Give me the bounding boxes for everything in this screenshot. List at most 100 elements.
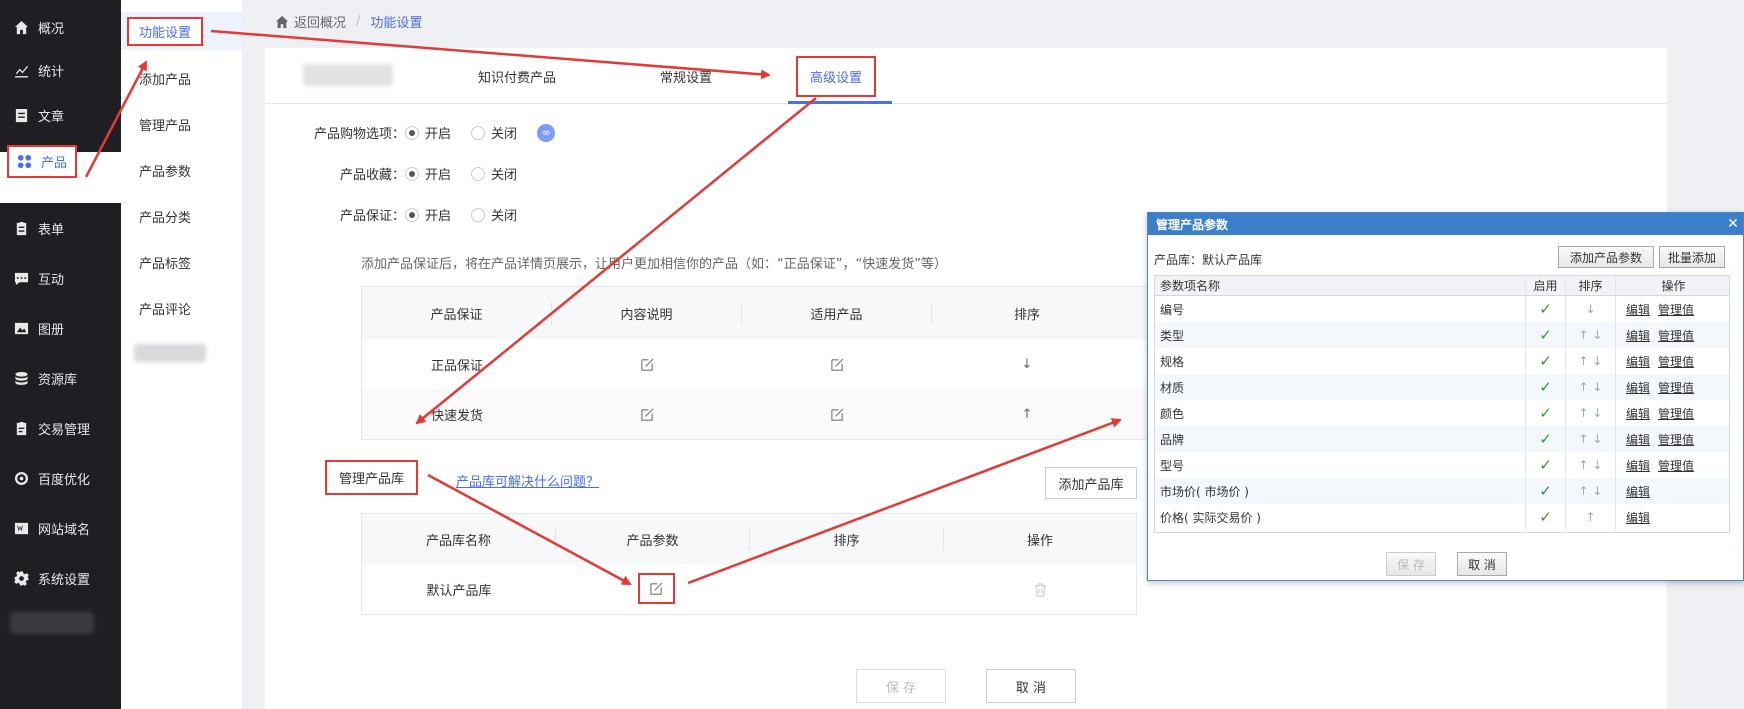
manage-values-link[interactable]: 管理值 <box>1658 379 1694 396</box>
param-name: 类型 <box>1160 328 1185 343</box>
param-row: 品牌 ✓ ↑ ↓ 编辑 管理值 <box>1155 426 1729 452</box>
manage-values-link[interactable]: 管理值 <box>1658 327 1694 344</box>
enabled-check[interactable]: ✓ <box>1525 348 1565 374</box>
sidebar-item-interaction[interactable]: 互动 <box>0 256 121 300</box>
submenu-item-product-params[interactable]: 产品参数 <box>121 150 242 190</box>
radio-off[interactable]: 关闭 <box>471 164 517 183</box>
tab-paid-knowledge[interactable]: 知识付费产品 <box>478 48 556 104</box>
edit-icon <box>640 357 654 371</box>
edit-param-link[interactable]: 编辑 <box>1626 457 1650 474</box>
enabled-check[interactable]: ✓ <box>1525 400 1565 426</box>
edit-param-link[interactable]: 编辑 <box>1626 379 1650 396</box>
sort-arrows[interactable]: ↑ ↓ <box>1565 478 1615 504</box>
dialog-cancel-button[interactable]: 取 消 <box>1457 552 1507 576</box>
edit-param-link[interactable]: 编辑 <box>1626 483 1650 500</box>
sort-arrows[interactable]: ↑ ↓ <box>1565 322 1615 348</box>
tab-advanced[interactable]: 高级设置 <box>796 48 877 104</box>
breadcrumb-back-link[interactable]: 返回概况 <box>294 12 346 31</box>
radio-off[interactable]: 关闭 <box>471 123 517 142</box>
edit-param-link[interactable]: 编辑 <box>1626 301 1650 318</box>
header-sort: 排序 <box>1565 276 1615 295</box>
sidebar-item-articles[interactable]: 文章 <box>0 93 121 137</box>
enabled-check[interactable]: ✓ <box>1525 374 1565 400</box>
manage-params-dialog: 管理产品参数 ✕ 产品库：默认产品库 添加产品参数 批量添加 参数项名称 启用 … <box>1147 212 1744 581</box>
enabled-check[interactable]: ✓ <box>1525 504 1565 530</box>
param-row: 材质 ✓ ↑ ↓ 编辑 管理值 <box>1155 374 1729 400</box>
sort-arrows[interactable]: ↑ ↓ <box>1565 426 1615 452</box>
tab-general[interactable]: 常规设置 <box>660 48 712 104</box>
edit-content-button[interactable] <box>552 339 742 389</box>
radio-on[interactable]: 开启 <box>405 123 451 142</box>
edit-param-link[interactable]: 编辑 <box>1626 353 1650 370</box>
edit-content-button[interactable] <box>552 389 742 439</box>
sort-up-button[interactable]: ↑ <box>932 389 1122 439</box>
cancel-button[interactable]: 取 消 <box>986 669 1076 703</box>
manage-values-link[interactable]: 管理值 <box>1658 353 1694 370</box>
sidebar-item-trade[interactable]: 交易管理 <box>0 406 121 450</box>
enabled-check[interactable]: ✓ <box>1525 452 1565 478</box>
tab-bar <box>265 48 1667 104</box>
sidebar-item-seo[interactable]: 百度优化 <box>0 456 121 500</box>
form-label: 产品收藏： <box>339 168 405 183</box>
radio-on[interactable]: 开启 <box>405 164 451 183</box>
submenu-item-product-category[interactable]: 产品分类 <box>121 196 242 236</box>
edit-param-link[interactable]: 编辑 <box>1626 327 1650 344</box>
sidebar-item-label: 图册 <box>38 322 65 338</box>
sidebar-item-forms[interactable]: 表单 <box>0 206 121 250</box>
param-row: 颜色 ✓ ↑ ↓ 编辑 管理值 <box>1155 400 1729 426</box>
sidebar-item-overview[interactable]: 概况 <box>0 5 121 49</box>
add-param-button[interactable]: 添加产品参数 <box>1558 246 1654 268</box>
enabled-check[interactable]: ✓ <box>1525 322 1565 348</box>
sort-arrows[interactable]: ↑ ↓ <box>1565 452 1615 478</box>
dialog-save-button[interactable]: 保 存 <box>1386 552 1436 576</box>
form-label: 产品保证： <box>339 209 405 224</box>
submenu-item-product-reviews[interactable]: 产品评论 <box>121 288 242 328</box>
save-button[interactable]: 保 存 <box>856 669 946 703</box>
sidebar-item-gallery[interactable]: 图册 <box>0 306 121 350</box>
batch-add-button[interactable]: 批量添加 <box>1659 246 1725 268</box>
library-sort-cell <box>750 564 944 614</box>
table-row: 默认产品库 <box>362 564 1136 614</box>
delete-library-button[interactable] <box>944 564 1136 614</box>
breadcrumb: 返回概况 / 功能设置 <box>275 12 422 31</box>
sidebar-item-settings[interactable]: 系统设置 <box>0 556 121 600</box>
sort-down-button[interactable]: ↓ <box>932 339 1122 389</box>
radio-off[interactable]: 关闭 <box>471 205 517 224</box>
enabled-check[interactable]: ✓ <box>1525 296 1565 322</box>
edit-products-button[interactable] <box>742 339 932 389</box>
param-name: 型号 <box>1160 458 1185 473</box>
radio-label: 开启 <box>425 168 452 183</box>
edit-params-button[interactable] <box>638 573 675 604</box>
sidebar-item-products[interactable]: 产品 <box>7 145 77 178</box>
enabled-check[interactable]: ✓ <box>1525 478 1565 504</box>
sort-arrows[interactable]: ↑ ↓ <box>1565 400 1615 426</box>
link-icon[interactable]: ∞ <box>537 123 556 142</box>
submenu-item-product-tags[interactable]: 产品标签 <box>121 242 242 282</box>
enabled-check[interactable]: ✓ <box>1525 426 1565 452</box>
sort-arrows[interactable]: ↑ ↓ <box>1565 374 1615 400</box>
sort-arrows[interactable]: ↓ <box>1565 296 1615 322</box>
close-icon[interactable]: ✕ <box>1723 216 1743 232</box>
manage-values-link[interactable]: 管理值 <box>1658 431 1694 448</box>
add-library-button[interactable]: 添加产品库 <box>1045 467 1137 499</box>
manage-values-link[interactable]: 管理值 <box>1658 457 1694 474</box>
sidebar-item-resources[interactable]: 资源库 <box>0 356 121 400</box>
submenu-item-label: 产品标签 <box>139 256 192 272</box>
submenu-item-add-product[interactable]: 添加产品 <box>121 58 242 98</box>
edit-param-link[interactable]: 编辑 <box>1626 431 1650 448</box>
sidebar-item-domain[interactable]: 网站域名 <box>0 506 121 550</box>
manage-values-link[interactable]: 管理值 <box>1658 405 1694 422</box>
sort-arrows[interactable]: ↑ <box>1565 504 1615 530</box>
edit-products-button[interactable] <box>742 389 932 439</box>
submenu-item-settings[interactable]: 功能设置 <box>121 12 242 50</box>
edit-param-link[interactable]: 编辑 <box>1626 509 1650 526</box>
submenu-item-manage-products[interactable]: 管理产品 <box>121 104 242 144</box>
table-header-cell: 排序 <box>1013 307 1040 323</box>
manage-values-link[interactable]: 管理值 <box>1658 301 1694 318</box>
sort-arrows[interactable]: ↑ ↓ <box>1565 348 1615 374</box>
tab-label: 知识付费产品 <box>478 70 557 86</box>
library-help-link[interactable]: 产品库可解决什么问题？ <box>456 471 599 490</box>
radio-on[interactable]: 开启 <box>405 205 451 224</box>
edit-param-link[interactable]: 编辑 <box>1626 405 1650 422</box>
sidebar-item-stats[interactable]: 统计 <box>0 48 121 92</box>
